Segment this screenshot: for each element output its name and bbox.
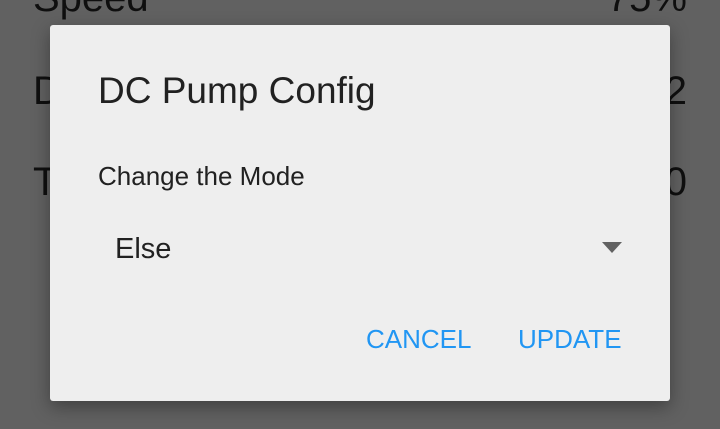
pump-config-dialog: DC Pump Config Change the Mode Else CANC… [50,25,670,401]
background-label: Speed [33,0,149,28]
mode-dropdown-value: Else [115,233,172,265]
background-value: 75% [607,0,687,28]
mode-dropdown[interactable]: Else [98,223,628,275]
background-row-speed: Speed 75% [0,0,720,28]
update-button[interactable]: UPDATE [518,321,622,357]
cancel-button[interactable]: CANCEL [366,321,471,357]
dialog-title: DC Pump Config [98,70,376,111]
dialog-message: Change the Mode [98,161,305,191]
dropdown-arrow-icon [602,242,622,253]
